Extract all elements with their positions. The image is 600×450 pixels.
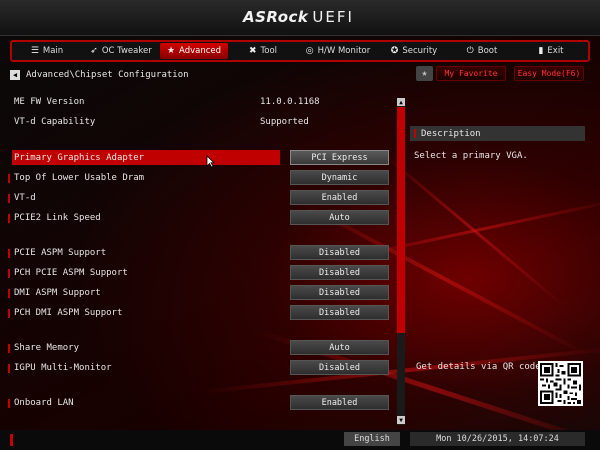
description-header: Description xyxy=(410,126,585,141)
tab-boot[interactable]: ⏻ Boot xyxy=(450,43,514,59)
tab-advanced[interactable]: ★ Advanced xyxy=(160,43,228,59)
row-marker xyxy=(8,214,10,223)
setting-value-dmi-aspm-support[interactable]: Disabled xyxy=(290,285,389,300)
tab-hw-monitor[interactable]: ◎ H/W Monitor xyxy=(298,43,378,59)
setting-value-igpu-multi-monitor[interactable]: Disabled xyxy=(290,360,389,375)
info-value-vtd-capability: Supported xyxy=(260,117,309,127)
description-marker xyxy=(414,129,416,138)
tab-tool[interactable]: ✖ Tool xyxy=(228,43,298,59)
product-name: UEFI xyxy=(312,8,354,26)
setting-value-share-memory[interactable]: Auto xyxy=(290,340,389,355)
tab-label: Tool xyxy=(260,46,278,56)
tab-label: H/W Monitor xyxy=(317,46,371,56)
language-button[interactable]: English xyxy=(344,432,400,446)
scroll-down-arrow-icon[interactable]: ▼ xyxy=(397,416,405,424)
description-text: Select a primary VGA. xyxy=(414,151,528,161)
setting-value-onboard-lan[interactable]: Enabled xyxy=(290,395,389,410)
info-label-vtd-capability: VT-d Capability xyxy=(14,117,96,127)
tab-label: Advanced xyxy=(179,46,222,56)
setting-label-pch-pcie-aspm-support[interactable]: PCH PCIE ASPM Support xyxy=(14,268,128,278)
door-icon: ▮ xyxy=(538,46,544,56)
setting-value-top-of-lower-usable-dram[interactable]: Dynamic xyxy=(290,170,389,185)
setting-label-onboard-lan[interactable]: Onboard LAN xyxy=(14,398,74,408)
setting-label-vt-d[interactable]: VT-d xyxy=(14,193,36,203)
breadcrumb: ◀ Advanced\Chipset Configuration xyxy=(10,70,189,80)
wrench-icon: ✖ xyxy=(248,46,257,56)
setting-value-primary-graphics-adapter[interactable]: PCI Express xyxy=(290,150,389,165)
setting-label-share-memory[interactable]: Share Memory xyxy=(14,343,79,353)
shield-icon: ✪ xyxy=(390,46,399,56)
qr-code-image[interactable] xyxy=(538,361,583,406)
setting-label-igpu-multi-monitor[interactable]: IGPU Multi-Monitor xyxy=(14,363,112,373)
brand-name: ASRock xyxy=(243,8,309,26)
setting-value-pcie2-link-speed[interactable]: Auto xyxy=(290,210,389,225)
setting-label-pcie-aspm-support[interactable]: PCIE ASPM Support xyxy=(14,248,106,258)
setting-label-dmi-aspm-support[interactable]: DMI ASPM Support xyxy=(14,288,101,298)
row-marker xyxy=(8,269,10,278)
setting-value-vt-d[interactable]: Enabled xyxy=(290,190,389,205)
info-label-me-fw-version: ME FW Version xyxy=(14,97,85,107)
row-marker xyxy=(8,364,10,373)
main-tab-bar: ☰ Main ➶ OC Tweaker ★ Advanced ✖ Tool ◎ H/W M… xyxy=(10,40,590,62)
setting-label-top-of-lower-usable-dram[interactable]: Top Of Lower Usable Dram xyxy=(14,173,144,183)
scrollbar-thumb[interactable] xyxy=(397,107,405,333)
tab-label: Exit xyxy=(547,46,564,56)
tab-label: Security xyxy=(402,46,438,56)
back-arrow-icon[interactable]: ◀ xyxy=(10,70,20,80)
background xyxy=(0,0,600,450)
mouse-cursor-icon xyxy=(206,155,215,168)
asrock-uefi-logo: ASRock UEFI xyxy=(243,8,354,26)
rocket-icon: ➶ xyxy=(90,46,98,56)
power-icon: ⏻ xyxy=(466,46,474,56)
star-icon: ★ xyxy=(166,46,176,56)
tab-security[interactable]: ✪ Security xyxy=(378,43,450,59)
tab-label: Main xyxy=(42,46,64,56)
my-favorite-button[interactable]: My Favorite xyxy=(436,66,506,81)
tab-oc-tweaker[interactable]: ➶ OC Tweaker xyxy=(82,43,160,59)
description-title: Description xyxy=(421,128,481,139)
row-marker xyxy=(8,194,10,203)
footer-marker xyxy=(10,434,13,446)
tab-main[interactable]: ☰ Main xyxy=(12,43,82,59)
row-marker xyxy=(8,289,10,298)
tab-label: Boot xyxy=(477,46,498,56)
setting-label-pch-dmi-aspm-support[interactable]: PCH DMI ASPM Support xyxy=(14,308,122,318)
header-bar: ASRock UEFI xyxy=(0,0,600,36)
row-marker xyxy=(8,249,10,258)
row-marker xyxy=(8,399,10,408)
setting-value-pch-pcie-aspm-support[interactable]: Disabled xyxy=(290,265,389,280)
easy-mode-button[interactable]: Easy Mode(F6) xyxy=(514,66,584,81)
row-marker xyxy=(8,344,10,353)
scroll-up-arrow-icon[interactable]: ▲ xyxy=(397,98,405,106)
setting-label-pcie2-link-speed[interactable]: PCIE2 Link Speed xyxy=(14,213,101,223)
setting-value-pcie-aspm-support[interactable]: Disabled xyxy=(290,245,389,260)
tab-exit[interactable]: ▮ Exit xyxy=(514,43,588,59)
list-icon: ☰ xyxy=(30,46,39,56)
info-value-me-fw-version: 11.0.0.1168 xyxy=(260,97,320,107)
row-marker xyxy=(8,174,10,183)
datetime-display: Mon 10/26/2015, 14:07:24 xyxy=(410,432,585,446)
row-marker xyxy=(8,309,10,318)
qr-code-label: Get details via QR code xyxy=(416,362,541,372)
tab-label: OC Tweaker xyxy=(101,46,152,56)
breadcrumb-path: Advanced\Chipset Configuration xyxy=(26,70,189,80)
favorite-star-icon[interactable]: ★ xyxy=(416,66,433,81)
setting-value-pch-dmi-aspm-support[interactable]: Disabled xyxy=(290,305,389,320)
setting-label-primary-graphics-adapter[interactable]: Primary Graphics Adapter xyxy=(14,153,144,163)
monitor-icon: ◎ xyxy=(305,46,314,56)
